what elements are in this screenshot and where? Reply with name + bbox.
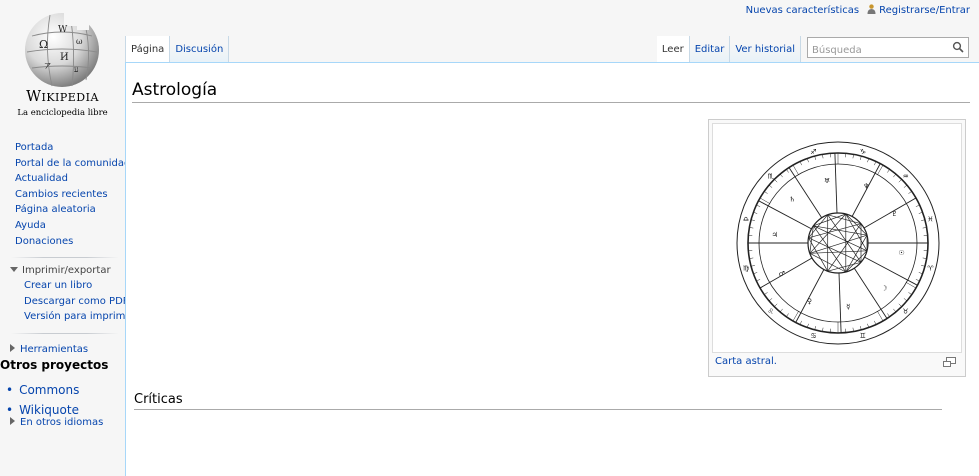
section-heading-criticas: Críticas bbox=[134, 390, 942, 410]
sidebar-item-current-events[interactable]: Actualidad bbox=[15, 171, 125, 187]
sidebar-divider bbox=[11, 332, 119, 334]
svg-text:ω: ω bbox=[76, 37, 83, 46]
sidebar-item-help[interactable]: Ayuda bbox=[15, 218, 125, 234]
figure-thumbnail: ♈ ♉ ♊ ♋ ♌ ♍ ♎ ♏ ♐ ♑ ♒ ♓ ☉ ☽ ☿ ♀ ♂ ♃ ♄ ♅ ♆ ♇ Carta astral. bbox=[708, 119, 966, 377]
svg-text:☽: ☽ bbox=[881, 285, 887, 293]
svg-text:♋: ♋ bbox=[810, 332, 816, 340]
personal-tools: Nuevas características Registrarse/Entra… bbox=[746, 4, 970, 16]
search-input[interactable] bbox=[808, 41, 956, 60]
tab-edit[interactable]: Editar bbox=[689, 36, 731, 62]
svg-text:ア: ア bbox=[44, 62, 51, 70]
main-navigation: Portada Portal de la comunidad Actualida… bbox=[0, 140, 130, 250]
svg-text:♆: ♆ bbox=[863, 183, 869, 191]
tab-read[interactable]: Leer bbox=[656, 36, 690, 62]
svg-text:И: И bbox=[60, 52, 69, 63]
svg-text:♃: ♃ bbox=[772, 231, 778, 239]
languages-toggle[interactable]: En otros idiomas bbox=[10, 417, 103, 428]
project-link-commons[interactable]: • Commons bbox=[6, 380, 79, 400]
svg-text:ע: ע bbox=[74, 65, 79, 74]
svg-text:♉: ♉ bbox=[903, 308, 909, 316]
svg-text:♐: ♐ bbox=[810, 148, 816, 156]
view-tabs: Leer Editar Ver historial bbox=[656, 36, 801, 62]
svg-text:W: W bbox=[58, 25, 68, 35]
svg-text:♑: ♑ bbox=[860, 148, 866, 156]
svg-text:♒: ♒ bbox=[903, 173, 909, 181]
svg-text:♅: ♅ bbox=[824, 177, 830, 185]
magnifier-icon[interactable] bbox=[952, 41, 964, 53]
other-projects-heading: Otros proyectos bbox=[0, 358, 109, 372]
svg-text:♊: ♊ bbox=[860, 332, 866, 340]
print-export-toggle[interactable]: Imprimir/exportar bbox=[0, 263, 125, 278]
figure-caption[interactable]: Carta astral. bbox=[715, 356, 777, 367]
svg-text:♂: ♂ bbox=[779, 270, 785, 278]
new-features-link[interactable]: Nuevas características bbox=[746, 5, 859, 16]
bullet-icon: • bbox=[6, 383, 14, 397]
tab-page[interactable]: Página bbox=[125, 36, 171, 62]
sidebar-item-printable-version[interactable]: Versión para imprimir bbox=[24, 309, 132, 325]
triangle-right-icon bbox=[10, 343, 15, 352]
wikipedia-tagline: La enciclopedia libre bbox=[17, 108, 108, 118]
tab-history[interactable]: Ver historial bbox=[730, 36, 801, 62]
svg-text:♎: ♎ bbox=[743, 215, 749, 223]
svg-text:♌: ♌ bbox=[768, 308, 774, 316]
login-link-wrapper[interactable]: Registrarse/Entrar bbox=[867, 4, 970, 16]
svg-text:♀: ♀ bbox=[807, 298, 812, 306]
wikipedia-wordmark: WIKIPEDIA bbox=[26, 89, 99, 105]
svg-text:♓: ♓ bbox=[927, 215, 933, 223]
wikipedia-logo[interactable]: Ω W И ω ア ע WIKIPEDIA La enciclopedia li… bbox=[0, 0, 125, 125]
namespace-tabs: Página Discusión bbox=[125, 36, 230, 62]
tools-toggle[interactable]: Herramientas bbox=[0, 342, 125, 357]
login-link[interactable]: Registrarse/Entrar bbox=[879, 5, 970, 16]
sidebar-item-create-book[interactable]: Crear un libro bbox=[24, 278, 125, 294]
sidebar-item-random-page[interactable]: Página aleatoria bbox=[15, 202, 125, 218]
user-icon bbox=[867, 4, 876, 14]
view-navigation: Leer Editar Ver historial bbox=[656, 36, 979, 62]
sidebar-item-recent-changes[interactable]: Cambios recientes bbox=[15, 187, 125, 203]
svg-text:♍: ♍ bbox=[743, 265, 750, 273]
print-export-list: Crear un libro Descargar como PDF Versió… bbox=[0, 278, 132, 325]
puzzle-globe-icon: Ω W И ω ア ע bbox=[25, 12, 99, 87]
search-box[interactable] bbox=[807, 37, 969, 60]
svg-text:☉: ☉ bbox=[898, 249, 904, 257]
svg-text:☿: ☿ bbox=[846, 303, 850, 311]
triangle-right-icon bbox=[10, 417, 15, 425]
svg-text:♏: ♏ bbox=[768, 173, 775, 181]
astrological-chart-image[interactable]: ♈ ♉ ♊ ♋ ♌ ♍ ♎ ♏ ♐ ♑ ♒ ♓ ☉ ☽ ☿ ♀ ♂ ♃ ♄ ♅ ♆ ♇ bbox=[712, 123, 962, 353]
bullet-icon: • bbox=[6, 403, 14, 417]
tab-discussion[interactable]: Discusión bbox=[170, 36, 230, 62]
sidebar-item-download-pdf[interactable]: Descargar como PDF bbox=[24, 294, 129, 310]
sidebar-item-portada[interactable]: Portada bbox=[15, 140, 125, 156]
triangle-down-icon bbox=[10, 267, 18, 273]
sidebar-item-donations[interactable]: Donaciones bbox=[15, 234, 125, 250]
sidebar-divider bbox=[11, 257, 119, 259]
content-area: Astrología ♈ ♉ ♊ ♋ ♌ ♍ ♎ ♏ ♐ ♑ ♒ ♓ ☉ ☽ ☿ ♀ ♂ ♃ ♄ ♅ ♆ ♇ Carta … bbox=[125, 62, 979, 476]
page-title: Astrología bbox=[132, 79, 970, 103]
svg-text:Ω: Ω bbox=[39, 38, 48, 51]
other-projects-list: • Commons • Wikiquote bbox=[6, 380, 79, 420]
svg-text:♈: ♈ bbox=[927, 265, 934, 273]
svg-text:♇: ♇ bbox=[892, 210, 898, 218]
enlarge-icon[interactable] bbox=[943, 357, 956, 367]
natal-chart-drawing: ♈ ♉ ♊ ♋ ♌ ♍ ♎ ♏ ♐ ♑ ♒ ♓ ☉ ☽ ☿ ♀ ♂ ♃ ♄ ♅ ♆ ♇ bbox=[736, 141, 940, 345]
svg-text:♄: ♄ bbox=[789, 196, 795, 204]
sidebar-item-community-portal[interactable]: Portal de la comunidad bbox=[15, 156, 130, 172]
sidebar: Portada Portal de la comunidad Actualida… bbox=[0, 140, 132, 357]
